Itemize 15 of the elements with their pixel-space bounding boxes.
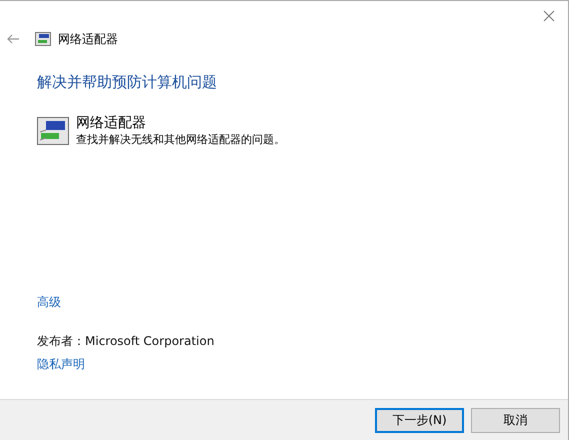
page-heading: 解决并帮助预防计算机问题	[37, 73, 217, 92]
next-button[interactable]: 下一步(N)	[375, 408, 464, 432]
back-arrow-icon	[6, 34, 20, 44]
troubleshooter-name: 网络适配器	[76, 114, 147, 132]
close-icon	[543, 10, 555, 22]
back-button[interactable]	[6, 32, 22, 46]
network-adapter-icon	[35, 32, 51, 46]
privacy-link[interactable]: 隐私声明	[37, 356, 85, 373]
advanced-link[interactable]: 高级	[37, 294, 61, 311]
troubleshooter-item[interactable]: 网络适配器 查找并解决无线和其他网络适配器的问题。	[37, 114, 285, 147]
network-adapter-icon	[37, 116, 69, 144]
window-title: 网络适配器	[58, 30, 118, 48]
cancel-button[interactable]: 取消	[471, 408, 560, 432]
publisher-text: 发布者：Microsoft Corporation	[37, 333, 214, 350]
troubleshooter-description: 查找并解决无线和其他网络适配器的问题。	[76, 132, 285, 147]
